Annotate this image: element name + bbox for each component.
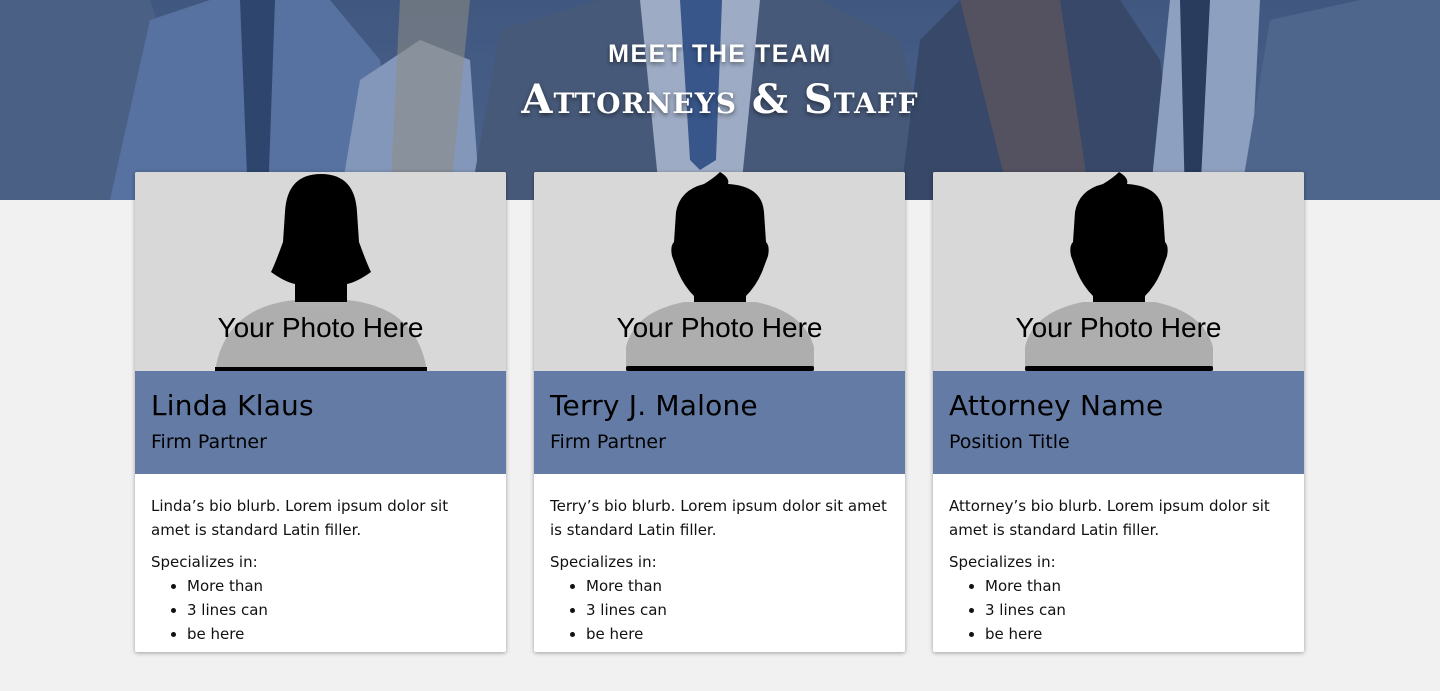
list-item: More than [586, 574, 889, 598]
photo-placeholder: Your Photo Here [135, 172, 506, 371]
card-body: Terry’s bio blurb. Lorem ipsum dolor sit… [534, 474, 905, 646]
list-item: be here [187, 622, 490, 646]
bio-text: Attorney’s bio blurb. Lorem ipsum dolor … [949, 497, 1270, 539]
hero-kicker: MEET THE TEAM [608, 40, 832, 68]
team-card: Your Photo Here Linda Klaus Firm Partner… [135, 172, 506, 652]
name-bar: Attorney Name Position Title [933, 371, 1304, 474]
specializes-label: Specializes in: [949, 553, 1056, 571]
attorney-name: Terry J. Malone [550, 389, 758, 422]
attorney-name: Attorney Name [949, 389, 1164, 422]
name-bar: Terry J. Malone Firm Partner [534, 371, 905, 474]
card-body: Linda’s bio blurb. Lorem ipsum dolor sit… [135, 474, 506, 646]
specialties-list: More than 3 lines can be here [550, 574, 889, 646]
position-title: Firm Partner [550, 431, 666, 453]
bio-text: Linda’s bio blurb. Lorem ipsum dolor sit… [151, 497, 449, 539]
bio-text: Terry’s bio blurb. Lorem ipsum dolor sit… [550, 497, 887, 539]
list-item: be here [586, 622, 889, 646]
photo-placeholder: Your Photo Here [534, 172, 905, 371]
list-item: More than [985, 574, 1288, 598]
photo-label: Your Photo Here [217, 312, 424, 343]
specializes-label: Specializes in: [151, 553, 258, 571]
list-item: 3 lines can [187, 598, 490, 622]
name-bar: Linda Klaus Firm Partner [135, 371, 506, 474]
team-card: Your Photo Here Terry J. Malone Firm Par… [534, 172, 905, 652]
page-title: Attorneys & Staff [521, 76, 919, 123]
card-body: Attorney’s bio blurb. Lorem ipsum dolor … [933, 474, 1304, 646]
photo-label: Your Photo Here [1015, 312, 1222, 343]
attorney-name: Linda Klaus [151, 389, 314, 422]
photo-label: Your Photo Here [616, 312, 823, 343]
list-item: 3 lines can [586, 598, 889, 622]
specialties-list: More than 3 lines can be here [151, 574, 490, 646]
list-item: 3 lines can [985, 598, 1288, 622]
specializes-label: Specializes in: [550, 553, 657, 571]
list-item: More than [187, 574, 490, 598]
hero-banner: MEET THE TEAM Attorneys & Staff [0, 0, 1440, 200]
position-title: Position Title [949, 431, 1070, 453]
team-card: Your Photo Here Attorney Name Position T… [933, 172, 1304, 652]
photo-placeholder: Your Photo Here [933, 172, 1304, 371]
list-item: be here [985, 622, 1288, 646]
specialties-list: More than 3 lines can be here [949, 574, 1288, 646]
position-title: Firm Partner [151, 431, 267, 453]
